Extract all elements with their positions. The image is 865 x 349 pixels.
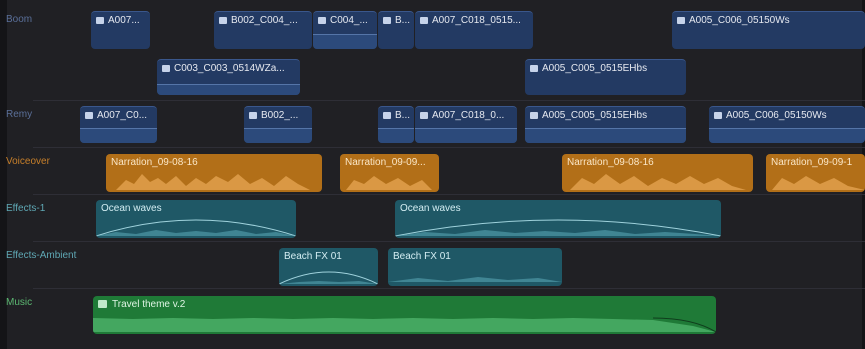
clip-effects-beach-fx-2[interactable]: Beach FX 01 bbox=[388, 248, 562, 286]
clip-boom-b[interactable]: B... bbox=[378, 11, 414, 49]
film-icon bbox=[318, 17, 326, 24]
audio-waveform bbox=[709, 128, 865, 143]
lane-label-effects-1: Effects-1 bbox=[6, 203, 46, 214]
audio-waveform bbox=[313, 34, 377, 49]
lane-label-voiceover: Voiceover bbox=[6, 156, 50, 167]
film-icon bbox=[714, 112, 722, 119]
lane-divider bbox=[33, 194, 865, 195]
audio-waveform bbox=[772, 176, 865, 190]
clip-boom-c004[interactable]: C004_... bbox=[313, 11, 377, 49]
film-icon bbox=[162, 65, 170, 72]
clip-boom-a007[interactable]: A007... bbox=[91, 11, 150, 49]
film-icon bbox=[249, 112, 257, 119]
audio-waveform bbox=[96, 219, 296, 237]
audio-waveform bbox=[244, 128, 312, 143]
audio-waveform bbox=[415, 128, 517, 143]
film-icon bbox=[530, 112, 538, 119]
clip-effects-beach-fx-1[interactable]: Beach FX 01 bbox=[279, 248, 378, 286]
clip-remy-a005-c006[interactable]: A005_C006_05150Ws bbox=[709, 106, 865, 143]
clip-boom-b002[interactable]: B002_C004_... bbox=[214, 11, 312, 49]
clip-remy-a005-c005[interactable]: A005_C005_0515EHbs bbox=[525, 106, 686, 143]
clip-voiceover-narration-4[interactable]: Narration_09-09-1 bbox=[766, 154, 865, 192]
clip-boom-a005-c006[interactable]: A005_C006_05150Ws bbox=[672, 11, 865, 49]
clip-music-travel-theme[interactable]: Travel theme v.2 bbox=[93, 296, 716, 334]
audio-waveform bbox=[395, 219, 721, 237]
lane-divider bbox=[33, 100, 865, 101]
clip-boom-a007-c018[interactable]: A007_C018_0515... bbox=[415, 11, 533, 49]
film-icon bbox=[420, 112, 428, 119]
clip-effects-ocean-waves-1[interactable]: Ocean waves bbox=[96, 200, 296, 238]
audio-waveform bbox=[570, 174, 746, 190]
lane-label-remy: Remy bbox=[6, 109, 33, 120]
audio-waveform bbox=[279, 271, 378, 285]
audio-waveform bbox=[525, 128, 686, 143]
clip-voiceover-narration-1[interactable]: Narration_09-08-16 bbox=[106, 154, 322, 192]
film-icon bbox=[85, 112, 93, 119]
clip-effects-ocean-waves-2[interactable]: Ocean waves bbox=[395, 200, 721, 238]
clip-remy-a007-c018[interactable]: A007_C018_0... bbox=[415, 106, 517, 143]
film-icon bbox=[383, 17, 391, 24]
audio-waveform bbox=[378, 128, 414, 143]
lane-label-boom: Boom bbox=[6, 14, 33, 25]
clip-voiceover-narration-3[interactable]: Narration_09-08-16 bbox=[562, 154, 753, 192]
film-icon bbox=[219, 17, 227, 24]
audio-waveform bbox=[93, 317, 716, 333]
audio-waveform bbox=[80, 128, 157, 143]
clip-boom-a005-c005[interactable]: A005_C005_0515EHbs bbox=[525, 59, 686, 95]
film-icon bbox=[677, 17, 685, 24]
clip-remy-b002[interactable]: B002_... bbox=[244, 106, 312, 143]
audio-waveform bbox=[116, 174, 310, 190]
clip-boom-c003[interactable]: C003_C003_0514WZa... bbox=[157, 59, 300, 95]
lane-divider bbox=[33, 241, 865, 242]
audio-waveform bbox=[388, 277, 562, 282]
audio-waveform bbox=[346, 176, 432, 190]
film-icon bbox=[383, 112, 391, 119]
clip-voiceover-narration-2[interactable]: Narration_09-09... bbox=[340, 154, 439, 192]
lane-label-effects-ambient: Effects-Ambient bbox=[6, 250, 77, 261]
lane-label-music: Music bbox=[6, 297, 33, 308]
clip-remy-b[interactable]: B... bbox=[378, 106, 414, 143]
film-icon bbox=[96, 17, 104, 24]
lane-divider bbox=[33, 147, 865, 148]
film-icon bbox=[420, 17, 428, 24]
audio-waveform bbox=[157, 84, 300, 95]
lane-divider bbox=[33, 288, 865, 289]
timeline: Boom Remy Voiceover Effects-1 Effects-Am… bbox=[0, 0, 865, 349]
film-icon bbox=[530, 65, 538, 72]
clip-remy-a007[interactable]: A007_C0... bbox=[80, 106, 157, 143]
